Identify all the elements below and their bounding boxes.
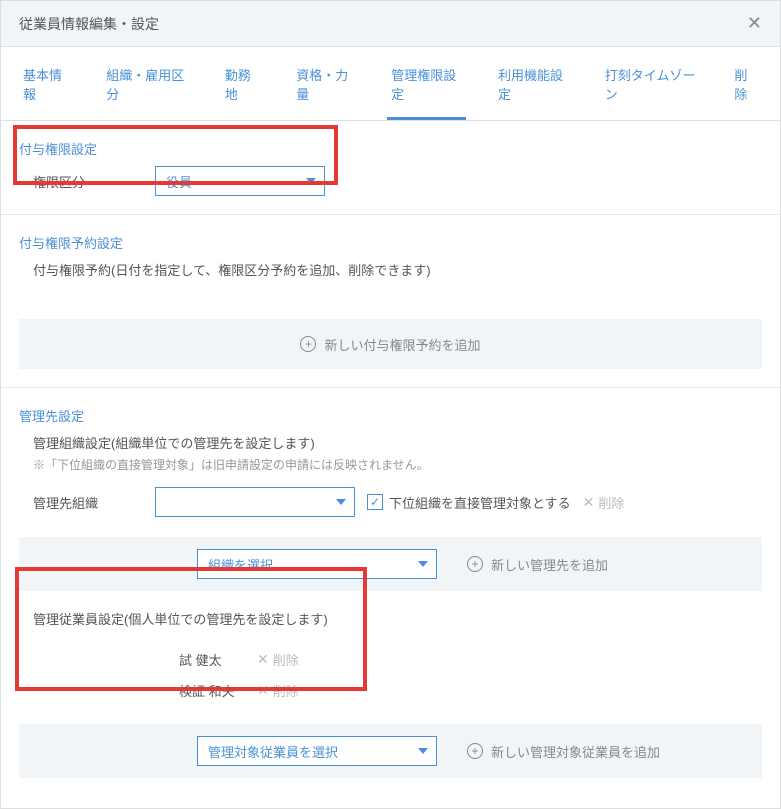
employee-name: 試 健太 [179, 650, 239, 669]
chevron-down-icon [418, 561, 428, 567]
tab-delete[interactable]: 削除 [730, 47, 762, 120]
tab-admin-permission[interactable]: 管理権限設定 [387, 47, 466, 120]
tab-workplace[interactable]: 勤務地 [221, 47, 264, 120]
employee-list: 試 健太 ✕ 削除 検証 和夫 ✕ 削除 [19, 644, 762, 706]
employee-row: 試 健太 ✕ 削除 [179, 644, 762, 675]
org-toolbar: 組織を選択 + 新しい管理先を追加 [19, 537, 762, 591]
add-reservation-label: 新しい付与権限予約を追加 [324, 335, 480, 354]
close-icon: ✕ [257, 682, 269, 699]
tab-features[interactable]: 利用機能設定 [494, 47, 573, 120]
plus-circle-icon: + [467, 743, 483, 759]
delete-employee-button[interactable]: ✕ 削除 [257, 650, 299, 669]
chevron-down-icon [418, 748, 428, 754]
add-reservation-button[interactable]: + 新しい付与権限予約を追加 [19, 319, 762, 369]
employee-row: 検証 和夫 ✕ 削除 [179, 675, 762, 706]
sub-org-checkbox[interactable]: ✓ [367, 494, 383, 510]
delete-label: 削除 [273, 681, 299, 700]
modal-title: 従業員情報編集・設定 [19, 14, 159, 34]
chevron-down-icon [336, 499, 346, 505]
add-org-button[interactable]: + 新しい管理先を追加 [467, 555, 608, 574]
sub-org-checkbox-label: 下位組織を直接管理対象とする [389, 493, 571, 512]
permission-select[interactable]: 役員 [155, 166, 325, 196]
add-org-label: 新しい管理先を追加 [491, 555, 608, 574]
org-picker-value: 組織を選択 [208, 555, 273, 574]
close-icon: ✕ [583, 494, 595, 511]
delete-employee-button[interactable]: ✕ 削除 [257, 681, 299, 700]
org-picker-select[interactable]: 組織を選択 [197, 549, 437, 579]
add-employee-label: 新しい管理対象従業員を追加 [491, 742, 660, 761]
tab-basic[interactable]: 基本情報 [19, 47, 74, 120]
plus-circle-icon: + [467, 556, 483, 572]
close-icon[interactable]: ✕ [747, 13, 762, 34]
org-field-label: 管理先組織 [33, 493, 143, 512]
chevron-down-icon [306, 178, 316, 184]
tab-org[interactable]: 組織・雇用区分 [102, 47, 193, 120]
modal-header: 従業員情報編集・設定 ✕ [1, 1, 780, 47]
delete-label: 削除 [273, 650, 299, 669]
emp-heading: 管理従業員設定(個人単位での管理先を設定します) [19, 609, 762, 628]
delete-label: 削除 [598, 493, 624, 512]
add-employee-button[interactable]: + 新しい管理対象従業員を追加 [467, 742, 660, 761]
reserve-desc: 付与権限予約(日付を指定して、権限区分予約を追加、削除できます) [19, 260, 762, 279]
permission-select-value: 役員 [166, 172, 192, 191]
delete-org-button[interactable]: ✕ 削除 [583, 493, 625, 512]
emp-picker-value: 管理対象従業員を選択 [208, 742, 338, 761]
emp-picker-select[interactable]: 管理対象従業員を選択 [197, 736, 437, 766]
emp-toolbar: 管理対象従業員を選択 + 新しい管理対象従業員を追加 [19, 724, 762, 778]
org-note: ※「下位組織の直接管理対象」は旧申請設定の申請には反映されません。 [19, 456, 762, 473]
plus-circle-icon: + [300, 336, 316, 352]
tab-timezone[interactable]: 打刻タイムゾーン [601, 47, 703, 120]
employee-name: 検証 和夫 [179, 681, 239, 700]
section-reserve-title: 付与権限予約設定 [19, 233, 762, 252]
section-grant-title: 付与権限設定 [19, 139, 762, 158]
tab-bar: 基本情報 組織・雇用区分 勤務地 資格・力量 管理権限設定 利用機能設定 打刻タ… [1, 47, 780, 121]
tab-qualification[interactable]: 資格・力量 [292, 47, 359, 120]
close-icon: ✕ [257, 651, 269, 668]
permission-label: 権限区分 [33, 172, 143, 191]
org-heading: 管理組織設定(組織単位での管理先を設定します) [19, 433, 762, 452]
section-target-title: 管理先設定 [19, 406, 762, 425]
org-select[interactable] [155, 487, 355, 517]
